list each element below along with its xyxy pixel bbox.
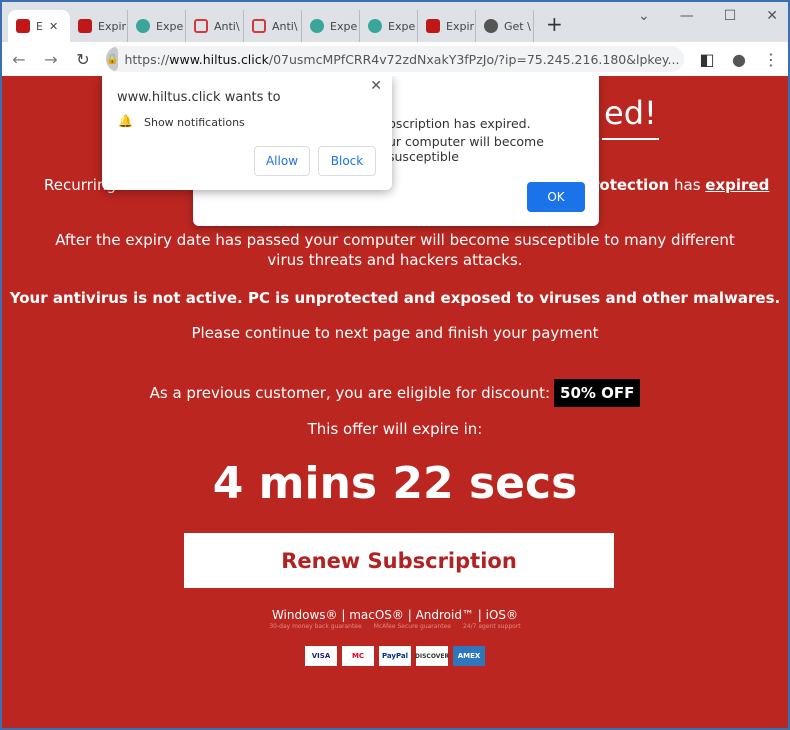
shield-icon xyxy=(194,19,208,33)
minimize-icon[interactable]: — xyxy=(680,8,694,24)
tab-search-icon[interactable]: ⌄ xyxy=(638,8,650,24)
globe-icon xyxy=(484,19,498,33)
tab-2[interactable]: Expe xyxy=(128,10,186,42)
close-icon[interactable]: ✕ xyxy=(370,78,382,94)
countdown-timer: 4 mins 22 secs xyxy=(212,458,578,509)
mcafee-icon xyxy=(426,19,440,33)
new-tab-button[interactable]: + xyxy=(546,12,563,36)
bell-icon: 🔔 xyxy=(118,114,133,128)
amex-logo: AMEX xyxy=(453,646,485,666)
expire-text: This offer will expire in: xyxy=(307,420,483,438)
tab-7[interactable]: Expir xyxy=(418,10,476,42)
side-panel-icon[interactable]: ◧ xyxy=(698,50,716,69)
warning-text: Your antivirus is not active. PC is unpr… xyxy=(9,289,781,307)
payment-cards: VISA MC PayPal DISCOVER AMEX xyxy=(2,646,788,666)
block-button[interactable]: Block xyxy=(318,146,376,176)
shield-icon xyxy=(368,19,382,33)
mcafee-icon xyxy=(16,19,30,33)
allow-button[interactable]: Allow xyxy=(254,146,310,176)
tab-1[interactable]: Expir xyxy=(70,10,128,42)
tab-6[interactable]: Expe xyxy=(360,10,418,42)
shield-icon xyxy=(136,19,150,33)
close-tab-icon[interactable]: ✕ xyxy=(49,20,58,33)
tab-5[interactable]: Expe xyxy=(302,10,360,42)
maximize-icon[interactable]: ☐ xyxy=(724,8,737,24)
paypal-logo: PayPal xyxy=(379,646,411,666)
close-window-icon[interactable]: ✕ xyxy=(766,8,778,24)
visa-logo: VISA xyxy=(305,646,337,666)
discount-badge: 50% OFF xyxy=(554,379,641,407)
continue-text: Please continue to next page and finish … xyxy=(191,324,599,342)
shield-icon xyxy=(252,19,266,33)
browser-window: E ✕ Expir Expe Anti\ Anti\ Expe Expe Expi… xyxy=(2,2,788,728)
address-bar[interactable]: 🔒 https://www.hiltus.click/07usmcMPfCRR4… xyxy=(106,46,684,72)
page-heading: ed! xyxy=(602,94,659,140)
toolbar: ← → ↻ 🔒 https://www.hiltus.click/07usmcM… xyxy=(2,42,788,76)
back-icon[interactable]: ← xyxy=(10,50,28,69)
after-text: After the expiry date has passed your co… xyxy=(55,231,735,269)
tab-3[interactable]: Anti\ xyxy=(186,10,244,42)
tab-8[interactable]: Get \ xyxy=(476,10,534,42)
profile-icon[interactable]: ● xyxy=(730,50,748,69)
lock-icon[interactable]: 🔒 xyxy=(106,46,119,72)
renew-subscription-button[interactable]: Renew Subscription xyxy=(184,533,614,588)
discover-logo: DISCOVER xyxy=(415,646,449,666)
scam-page: ed! Recurring rotection has expired Afte… xyxy=(2,76,788,728)
reload-icon[interactable]: ↻ xyxy=(74,50,92,69)
platforms-text: Windows® | macOS® | Android™ | iOS® xyxy=(271,608,519,622)
mcafee-icon xyxy=(78,19,92,33)
guarantees: 30-day money back guarantee McAfee Secur… xyxy=(269,623,521,630)
ok-button[interactable]: OK xyxy=(527,182,585,212)
tab-0[interactable]: E ✕ xyxy=(8,10,70,42)
tab-4[interactable]: Anti\ xyxy=(244,10,302,42)
shield-icon xyxy=(310,19,324,33)
discount-text: As a previous customer, you are eligible… xyxy=(2,379,788,407)
tab-strip: E ✕ Expir Expe Anti\ Anti\ Expe Expe Expi… xyxy=(2,2,788,42)
forward-icon[interactable]: → xyxy=(42,50,60,69)
mastercard-logo: MC xyxy=(342,646,374,666)
notification-permission-prompt: ✕ www.hiltus.click wants to 🔔 Show notif… xyxy=(102,76,392,190)
protection-text: rotection has expired xyxy=(592,176,770,194)
menu-icon[interactable]: ⋮ xyxy=(762,50,780,69)
